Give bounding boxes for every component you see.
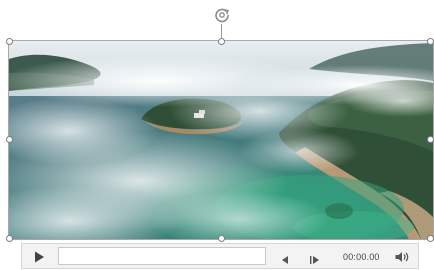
rotate-handle[interactable] <box>213 6 231 24</box>
step-back-button[interactable] <box>279 252 291 264</box>
selection-frame <box>8 40 434 240</box>
resize-handle-top-left[interactable] <box>6 38 13 45</box>
media-controls-bar: 00:00.00 <box>21 243 419 269</box>
play-button[interactable] <box>32 250 46 264</box>
resize-handle-bottom-center[interactable] <box>218 235 225 242</box>
resize-handle-middle-left[interactable] <box>6 136 13 143</box>
step-forward-icon <box>310 256 319 264</box>
volume-icon <box>395 252 409 262</box>
time-readout: 00:00.00 <box>343 252 380 262</box>
rotate-stem <box>221 24 222 39</box>
play-icon <box>35 251 44 263</box>
resize-handle-top-center[interactable] <box>218 38 225 45</box>
resize-handle-bottom-right[interactable] <box>427 235 434 242</box>
resize-handle-bottom-left[interactable] <box>6 235 13 242</box>
slide-canvas: 00:00.00 <box>0 0 434 270</box>
resize-handle-top-right[interactable] <box>427 38 434 45</box>
volume-button[interactable] <box>394 250 410 264</box>
resize-handle-middle-right[interactable] <box>427 136 434 143</box>
rotate-icon <box>215 8 229 23</box>
timeline-seek-bar[interactable] <box>58 247 266 265</box>
step-forward-button[interactable] <box>308 252 320 264</box>
step-back-icon <box>282 256 288 264</box>
